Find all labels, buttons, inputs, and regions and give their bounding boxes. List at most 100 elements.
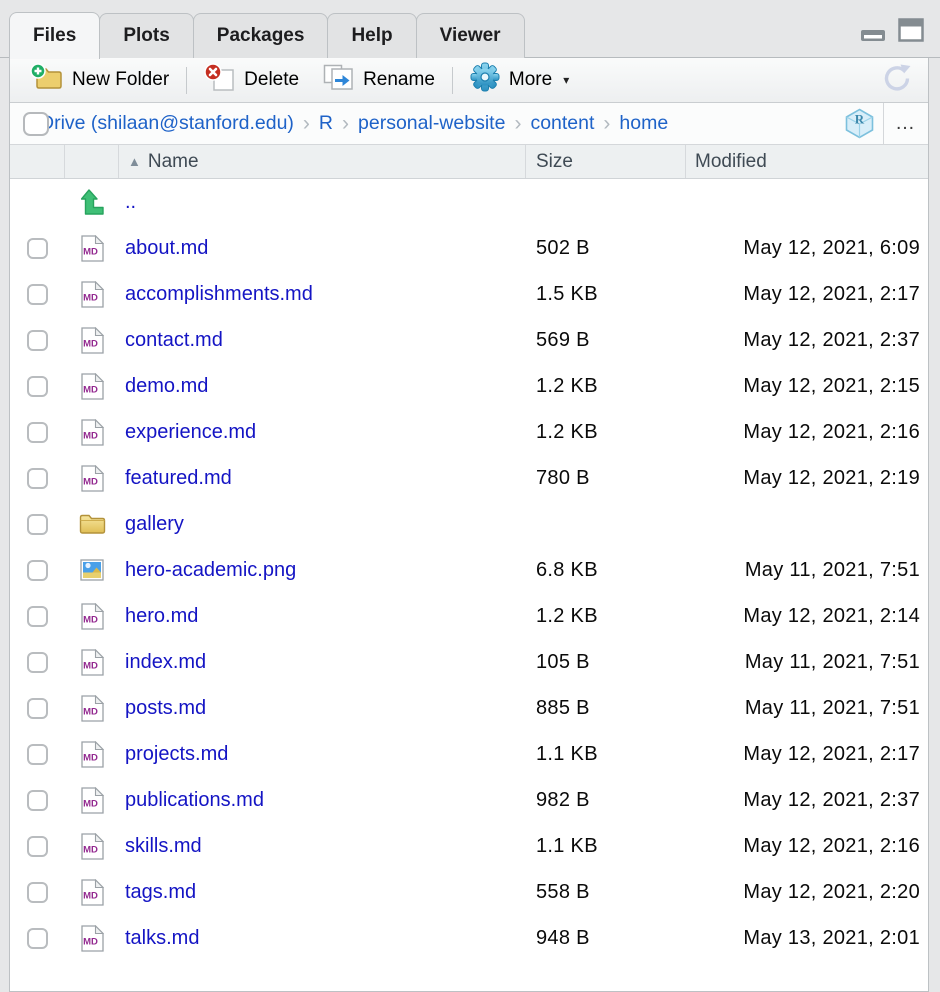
folder-icon <box>65 513 119 535</box>
breadcrumb-items: Drive (shilaan@stanford.edu)›R›personal-… <box>40 112 668 136</box>
breadcrumb-item[interactable]: content <box>530 112 594 135</box>
file-checkbox[interactable] <box>27 468 48 489</box>
svg-text:MD: MD <box>83 246 98 257</box>
breadcrumb-separator: › <box>342 112 349 136</box>
breadcrumb-item[interactable]: personal-website <box>358 112 505 135</box>
file-modified: May 12, 2021, 6:09 <box>686 237 928 260</box>
tab-label: Plots <box>123 25 169 47</box>
header-modified-label: Modified <box>695 151 767 173</box>
file-checkbox[interactable] <box>27 836 48 857</box>
svg-text:MD: MD <box>83 292 98 303</box>
svg-text:MD: MD <box>83 936 98 947</box>
file-name-link[interactable]: accomplishments.md <box>125 283 313 305</box>
maximize-pane-button[interactable] <box>898 18 924 42</box>
rstudio-files-pane: Files Plots Packages Help Viewer New Folder … <box>0 0 940 992</box>
file-checkbox[interactable] <box>27 698 48 719</box>
markdown-file-icon: MD <box>65 327 119 354</box>
file-row: MD posts.md 885 B May 11, 2021, 7:51 <box>10 685 928 731</box>
file-name-link[interactable]: posts.md <box>125 697 206 719</box>
breadcrumb-item[interactable]: R <box>319 112 333 135</box>
file-checkbox[interactable] <box>27 744 48 765</box>
drive-root-icon[interactable] <box>23 112 49 136</box>
file-name-link[interactable]: index.md <box>125 651 206 673</box>
markdown-file-icon: MD <box>65 649 119 676</box>
tab-viewer[interactable]: Viewer <box>416 13 525 58</box>
markdown-file-icon: MD <box>65 373 119 400</box>
file-name-link[interactable]: featured.md <box>125 467 232 489</box>
file-modified: May 12, 2021, 2:17 <box>686 283 928 306</box>
file-name-link[interactable]: about.md <box>125 237 208 259</box>
header-modified-column[interactable]: Modified <box>686 145 928 178</box>
header-size-label: Size <box>536 151 573 173</box>
delete-button[interactable]: Delete <box>192 58 311 102</box>
file-checkbox[interactable] <box>27 284 48 305</box>
markdown-file-icon: MD <box>65 879 119 906</box>
file-size: 1.2 KB <box>526 421 686 444</box>
file-checkbox[interactable] <box>27 606 48 627</box>
file-size: 502 B <box>526 237 686 260</box>
file-checkbox[interactable] <box>27 422 48 443</box>
file-checkbox[interactable] <box>27 790 48 811</box>
tab-packages[interactable]: Packages <box>193 13 329 58</box>
file-row: MD featured.md 780 B May 12, 2021, 2:19 <box>10 455 928 501</box>
file-name-link[interactable]: hero-academic.png <box>125 559 296 581</box>
file-checkbox[interactable] <box>27 928 48 949</box>
file-name-link[interactable]: hero.md <box>125 605 198 627</box>
file-row: MD projects.md 1.1 KB May 12, 2021, 2:17 <box>10 731 928 777</box>
svg-text:MD: MD <box>83 706 98 717</box>
file-row: MD experience.md 1.2 KB May 12, 2021, 2:… <box>10 409 928 455</box>
file-checkbox[interactable] <box>27 652 48 673</box>
tab-help[interactable]: Help <box>327 13 416 58</box>
file-name-link[interactable]: skills.md <box>125 835 202 857</box>
file-name-link[interactable]: contact.md <box>125 329 223 351</box>
file-name-link[interactable]: gallery <box>125 513 184 535</box>
tab-plots[interactable]: Plots <box>99 13 193 58</box>
file-modified: May 11, 2021, 7:51 <box>686 697 928 720</box>
file-size: 1.2 KB <box>526 375 686 398</box>
more-label: More <box>509 69 552 91</box>
svg-text:MD: MD <box>83 476 98 487</box>
file-checkbox[interactable] <box>27 560 48 581</box>
svg-text:MD: MD <box>83 890 98 901</box>
new-folder-button[interactable]: New Folder <box>18 58 181 102</box>
svg-text:MD: MD <box>83 430 98 441</box>
file-name-link[interactable]: projects.md <box>125 743 228 765</box>
file-name-link[interactable]: .. <box>125 191 136 213</box>
file-size: 982 B <box>526 789 686 812</box>
file-name-link[interactable]: demo.md <box>125 375 208 397</box>
file-size: 1.5 KB <box>526 283 686 306</box>
file-checkbox[interactable] <box>27 376 48 397</box>
file-modified: May 11, 2021, 7:51 <box>686 651 928 674</box>
path-breadcrumb-bar: Drive (shilaan@stanford.edu)›R›personal-… <box>10 103 928 145</box>
markdown-file-icon: MD <box>65 281 119 308</box>
file-name-link[interactable]: tags.md <box>125 881 196 903</box>
minimize-pane-button[interactable] <box>860 20 886 42</box>
file-name-link[interactable]: experience.md <box>125 421 256 443</box>
refresh-button[interactable] <box>874 62 918 99</box>
tab-label: Files <box>33 25 76 47</box>
file-checkbox[interactable] <box>27 238 48 259</box>
file-modified: May 12, 2021, 2:17 <box>686 743 928 766</box>
more-button[interactable]: More ▾ <box>458 58 581 102</box>
file-checkbox[interactable] <box>27 882 48 903</box>
r-project-icon: R <box>845 108 874 139</box>
breadcrumb-overflow-button[interactable]: … <box>883 103 928 144</box>
file-checkbox[interactable] <box>27 514 48 535</box>
markdown-file-icon: MD <box>65 235 119 262</box>
file-size: 6.8 KB <box>526 559 686 582</box>
header-name-column[interactable]: ▲ Name <box>119 145 526 178</box>
file-name-link[interactable]: publications.md <box>125 789 264 811</box>
breadcrumb-item[interactable]: home <box>619 112 668 135</box>
file-checkbox[interactable] <box>27 330 48 351</box>
file-row: MD index.md 105 B May 11, 2021, 7:51 <box>10 639 928 685</box>
breadcrumb-item[interactable]: Drive (shilaan@stanford.edu) <box>40 112 294 135</box>
file-name-link[interactable]: talks.md <box>125 927 199 949</box>
tab-label: Viewer <box>440 25 501 47</box>
tab-files[interactable]: Files <box>9 12 100 59</box>
markdown-file-icon: MD <box>65 741 119 768</box>
rename-button[interactable]: Rename <box>311 58 447 102</box>
pane-window-controls <box>860 18 924 42</box>
header-size-column[interactable]: Size <box>526 145 686 178</box>
tab-label: Help <box>351 25 392 47</box>
files-pane: New Folder Delete Rename More <box>9 58 929 992</box>
